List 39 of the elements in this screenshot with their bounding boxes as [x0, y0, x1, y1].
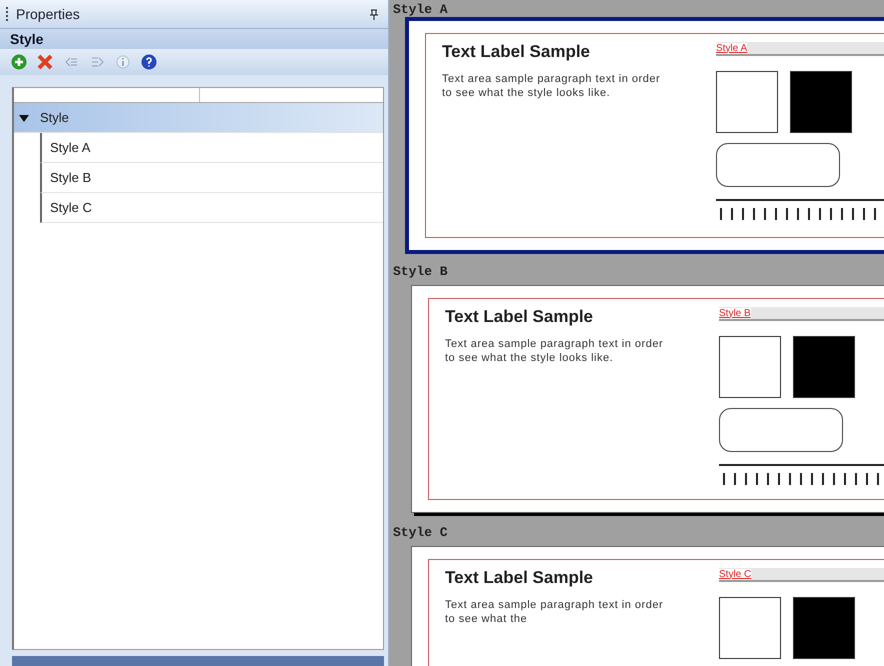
help-icon [141, 54, 157, 70]
style-preview-card[interactable]: Text Label Sample Text area sample paragraph text in order to see what the style looks like. Style B [411, 285, 884, 513]
label-paragraph: Text area sample paragraph text in order to see what the style looks like. [445, 337, 664, 366]
label-paragraph: Text area sample paragraph text in order to see what the style looks like. [442, 72, 662, 101]
outdent-icon [64, 55, 78, 69]
tree-item[interactable]: Style B [40, 163, 383, 193]
label-heading: Text Label Sample [442, 42, 592, 62]
style-name: Style C [393, 525, 449, 540]
style-name: Style A [393, 2, 449, 17]
toolbar-button[interactable] [36, 53, 54, 71]
section-title: Style [0, 29, 388, 49]
square-shape [793, 336, 855, 398]
grip-icon [6, 7, 10, 21]
square-shape [719, 597, 781, 659]
delete-icon [37, 54, 53, 70]
label-heading: Text Label Sample [445, 307, 594, 327]
indent-icon [90, 55, 104, 69]
toolbar-button[interactable] [140, 53, 158, 71]
tree-item[interactable]: Style A [40, 133, 383, 163]
square-shape [793, 597, 855, 659]
style-name: Style B [393, 264, 449, 279]
style-preview-card[interactable]: Text Label Sample Text area sample paragraph text in order to see what the Style C [411, 546, 884, 666]
style-preview-card[interactable]: Text Label Sample Text area sample paragraph text in order to see what the style looks like. Style A [405, 17, 884, 254]
style-link[interactable]: Style B [719, 308, 751, 318]
panel-title: Properties [16, 6, 81, 22]
style-link[interactable]: Style A [716, 42, 748, 54]
add-icon [11, 54, 27, 70]
info-icon [116, 55, 130, 69]
toolbar-button[interactable] [10, 53, 28, 71]
tree-item[interactable]: Style [14, 103, 383, 133]
square-shape [790, 71, 852, 133]
pin-icon[interactable] [370, 8, 378, 20]
tree-item[interactable]: Style C [40, 193, 383, 223]
label-heading: Text Label Sample [445, 568, 594, 588]
square-shape [716, 71, 778, 133]
style-link[interactable]: Style C [719, 568, 752, 580]
label-paragraph: Text area sample paragraph text in order to see what the [445, 598, 664, 627]
expand-icon[interactable] [18, 112, 30, 122]
square-shape [719, 336, 781, 398]
